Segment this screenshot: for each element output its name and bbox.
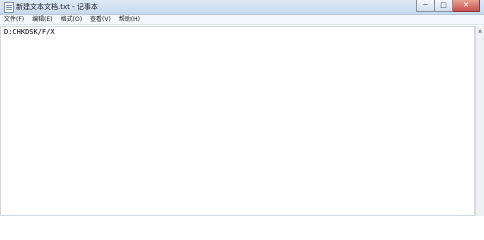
menu-help[interactable]: 帮助(H): [119, 15, 140, 25]
window-controls: ─ □ ✕: [416, 0, 480, 12]
text-editor-area[interactable]: D:CHKDSK/F/X: [0, 26, 475, 216]
notepad-icon: [4, 2, 14, 13]
editor-content[interactable]: D:CHKDSK/F/X: [4, 28, 55, 37]
menu-bar: 文件(F) 编辑(E) 格式(O) 查看(V) 帮助(H): [0, 15, 484, 25]
close-button[interactable]: ✕: [453, 0, 480, 12]
menu-format[interactable]: 格式(O): [61, 15, 82, 25]
minimize-button[interactable]: ─: [416, 0, 435, 12]
scroll-up-arrow-icon[interactable]: ▲: [476, 27, 484, 35]
menu-edit[interactable]: 编辑(E): [32, 15, 52, 25]
menu-file[interactable]: 文件(F): [4, 15, 24, 25]
vertical-scrollbar[interactable]: ▲: [475, 26, 484, 216]
menu-view[interactable]: 查看(V): [90, 15, 111, 25]
window-title: 新建文本文档.txt - 记事本: [16, 3, 98, 11]
title-bar[interactable]: 新建文本文档.txt - 记事本 ─ □ ✕: [0, 0, 484, 15]
maximize-button[interactable]: □: [435, 0, 453, 12]
